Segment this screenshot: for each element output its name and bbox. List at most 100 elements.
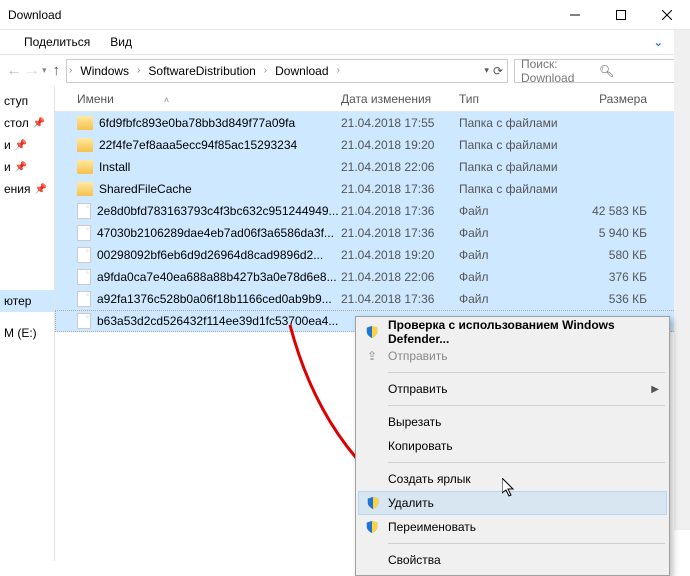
file-name: SharedFileCache (99, 182, 192, 196)
file-date: 21.04.2018 22:06 (341, 160, 459, 174)
file-date: 21.04.2018 17:55 (341, 116, 459, 130)
file-icon (77, 225, 91, 241)
nav-drive[interactable]: M (E:) (0, 322, 54, 344)
breadcrumb-dropdown-icon[interactable]: ▾ (484, 65, 489, 76)
search-icon[interactable]: 🔍︎ (599, 64, 677, 78)
navigation-pane[interactable]: ступ стол📌 и📌 и📌 ения📌 ютер M (E:) (0, 86, 55, 561)
file-row[interactable]: Install21.04.2018 22:06Папка с файлами (55, 156, 690, 178)
file-row[interactable]: 00298092bf6eb6d9d26964d8cad9896d2...21.0… (55, 244, 690, 266)
file-row[interactable]: 47030b2106289dae4eb7ad06f3a6586da3f... 21… (55, 222, 690, 244)
separator (388, 405, 665, 406)
file-name: a9fda0ca7e40ea688a88b427b3a0e78d6e8... (97, 270, 337, 284)
breadcrumb-seg[interactable]: Windows (74, 64, 135, 78)
file-row[interactable]: 6fd9fbfc893e0ba78bb3d849f77a09fa 21.04.20… (55, 112, 690, 134)
folder-icon (77, 160, 93, 174)
nav-up-icon[interactable]: ↑ (53, 62, 61, 79)
file-name: 2e8d0bfd783163793c4f3bc632c951244949... (97, 204, 339, 218)
file-date: 21.04.2018 22:06 (341, 270, 459, 284)
file-size: 42 583 КБ (579, 204, 655, 218)
file-size: 580 КБ (579, 248, 655, 262)
file-date: 21.04.2018 17:36 (341, 182, 459, 196)
nav-history-icon[interactable]: ▾ (42, 65, 47, 76)
minimize-button[interactable] (552, 0, 598, 30)
ctx-cut[interactable]: Вырезать (358, 410, 667, 434)
file-icon (77, 269, 91, 285)
file-type: Файл (459, 248, 579, 262)
file-row[interactable]: a92fa1376c528b0a06f18b1166ced0ab9b9... 21… (55, 288, 690, 310)
file-row[interactable]: 22f4fe7ef8aaa5ecc94f85ac15293234 21.04.20… (55, 134, 690, 156)
breadcrumb-seg[interactable]: Download (269, 64, 334, 78)
nav-item[interactable]: и📌 (0, 134, 54, 156)
chevron-right-icon[interactable]: › (262, 65, 269, 76)
nav-thispc[interactable]: ютер (0, 290, 54, 312)
file-icon (77, 203, 91, 219)
chevron-right-icon[interactable]: › (335, 65, 342, 76)
column-size[interactable]: Размера (579, 92, 655, 106)
shield-icon (365, 495, 381, 511)
file-date: 21.04.2018 17:36 (341, 204, 459, 218)
file-date: 21.04.2018 19:20 (341, 248, 459, 262)
chevron-right-icon[interactable]: › (67, 65, 74, 76)
maximize-button[interactable] (598, 0, 644, 30)
chevron-right-icon[interactable]: › (135, 65, 142, 76)
file-name: a92fa1376c528b0a06f18b1166ced0ab9b9... (97, 292, 332, 306)
file-name: 47030b2106289dae4eb7ad06f3a6586da3f... (97, 226, 334, 240)
file-row[interactable]: 2e8d0bfd783163793c4f3bc632c951244949...2… (55, 200, 690, 222)
file-type: Файл (459, 292, 579, 306)
shield-icon (364, 519, 380, 535)
separator (388, 372, 665, 373)
ribbon-expand-icon[interactable]: ⌄ (653, 35, 663, 49)
scrollbar[interactable] (674, 30, 690, 530)
separator (388, 543, 665, 544)
ctx-sendto[interactable]: ⇪ Отправить (358, 344, 667, 368)
ctx-delete[interactable]: Удалить (358, 491, 667, 515)
nav-item[interactable]: стол📌 (0, 112, 54, 134)
pin-icon: 📌 (35, 184, 47, 195)
pin-icon: 📌 (15, 140, 27, 151)
file-type: Папка с файлами (459, 182, 579, 196)
file-date: 21.04.2018 17:36 (341, 292, 459, 306)
file-icon (77, 291, 91, 307)
ctx-copy[interactable]: Копировать (358, 434, 667, 458)
file-name: 22f4fe7ef8aaa5ecc94f85ac15293234 (99, 138, 297, 152)
file-date: 21.04.2018 17:36 (341, 226, 459, 240)
column-date[interactable]: Дата изменения (341, 92, 459, 106)
pin-icon: 📌 (15, 162, 27, 173)
separator (388, 462, 665, 463)
menu-share[interactable]: Поделиться (24, 35, 90, 49)
file-type: Файл (459, 270, 579, 284)
file-size: 376 КБ (579, 270, 655, 284)
file-type: Папка с файлами (459, 138, 579, 152)
file-type: Папка с файлами (459, 160, 579, 174)
ctx-properties[interactable]: Свойства (358, 548, 667, 572)
file-icon (77, 313, 91, 329)
file-name: b63a53d2cd526432f114ee39d1fc53700ea4... (97, 314, 338, 328)
file-size: 5 940 КБ (579, 226, 655, 240)
search-input[interactable]: Поиск: Download 🔍︎ (514, 59, 684, 83)
column-name[interactable]: Имени˄ (55, 92, 341, 106)
file-date: 21.04.2018 19:20 (341, 138, 459, 152)
context-menu: Проверка с использованием Windows Defend… (355, 316, 670, 576)
ctx-sendto-sub[interactable]: Отправить ▶ (358, 377, 667, 401)
menu-view[interactable]: Вид (110, 35, 132, 49)
file-row[interactable]: SharedFileCache 21.04.2018 17:36Папка с ф… (55, 178, 690, 200)
nav-back-icon[interactable]: ← (6, 62, 22, 80)
file-row[interactable]: a9fda0ca7e40ea688a88b427b3a0e78d6e8... 21… (55, 266, 690, 288)
ctx-rename[interactable]: Переименовать (358, 515, 667, 539)
chevron-right-icon: ▶ (651, 384, 659, 395)
ctx-shortcut[interactable]: Создать ярлык (358, 467, 667, 491)
breadcrumb[interactable]: › Windows › SoftwareDistribution › Downl… (66, 59, 508, 83)
breadcrumb-seg[interactable]: SoftwareDistribution (142, 64, 261, 78)
nav-item[interactable]: ения📌 (0, 178, 54, 200)
nav-quickaccess[interactable]: ступ (0, 90, 54, 112)
column-type[interactable]: Тип (459, 92, 579, 106)
shield-icon (364, 324, 380, 340)
file-type: Файл (459, 226, 579, 240)
file-name: 6fd9fbfc893e0ba78bb3d849f77a09fa (99, 116, 295, 130)
refresh-icon[interactable]: ⟳ (493, 64, 503, 78)
close-button[interactable] (644, 0, 690, 30)
window-title: Download (8, 8, 61, 22)
nav-item[interactable]: и📌 (0, 156, 54, 178)
folder-icon (77, 182, 93, 196)
ctx-defender[interactable]: Проверка с использованием Windows Defend… (358, 320, 667, 344)
